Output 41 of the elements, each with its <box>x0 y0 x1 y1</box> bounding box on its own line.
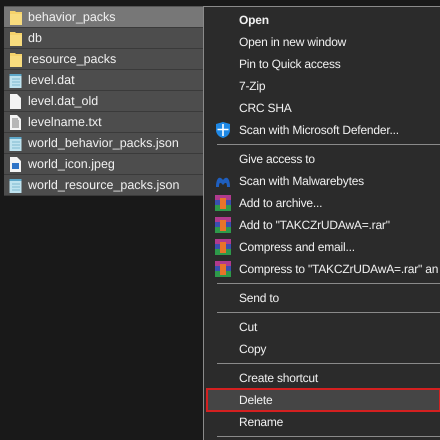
menu-item[interactable]: Open in new window <box>207 31 440 53</box>
notepad-icon <box>9 178 22 192</box>
file-icon <box>10 94 21 108</box>
file-row[interactable]: behavior_packs <box>4 7 203 28</box>
archive-icon <box>215 261 231 277</box>
shield-icon <box>215 122 231 138</box>
folder-icon <box>10 10 22 24</box>
file-row[interactable]: world_behavior_packs.json <box>4 133 203 154</box>
text-file-icon <box>10 114 21 130</box>
menu-item[interactable]: Copy <box>207 338 440 360</box>
notepad-icon <box>9 136 22 150</box>
archive-icon <box>215 239 231 255</box>
menu-item[interactable]: Open <box>207 9 440 31</box>
file-row[interactable]: levelname.txt <box>4 112 203 133</box>
file-row[interactable]: level.dat <box>4 70 203 91</box>
file-row[interactable]: world_icon.jpeg <box>4 154 203 175</box>
file-row[interactable]: db <box>4 28 203 49</box>
archive-icon <box>215 217 231 233</box>
menu-item[interactable]: 7-Zip <box>207 75 440 97</box>
menu-item[interactable]: Give access to <box>207 148 440 170</box>
menu-item[interactable]: Create shortcut <box>207 367 440 389</box>
menu-item[interactable]: Add to archive... <box>207 192 440 214</box>
file-row[interactable]: resource_packs <box>4 49 203 70</box>
menu-item[interactable]: Pin to Quick access <box>207 53 440 75</box>
menu-item[interactable]: Compress to "TAKCZrUDAwA=.rar" an <box>207 258 440 280</box>
folder-icon <box>10 30 22 46</box>
menu-item[interactable]: Send to <box>207 287 440 309</box>
menu-item[interactable]: Compress and email... <box>207 236 440 258</box>
menu-item[interactable]: Scan with Malwarebytes <box>207 170 440 192</box>
notepad-icon <box>9 72 22 88</box>
archive-icon <box>215 195 231 211</box>
menu-item[interactable]: Rename <box>207 411 440 433</box>
file-row[interactable]: level.dat_old <box>4 91 203 112</box>
menu-item[interactable]: CRC SHA <box>207 97 440 119</box>
menu-item[interactable]: Add to "TAKCZrUDAwA=.rar" <box>207 214 440 236</box>
folder-icon <box>10 52 22 66</box>
menu-item[interactable]: Cut <box>207 316 440 338</box>
menu-item[interactable]: Scan with Microsoft Defender... <box>207 119 440 141</box>
image-file-icon <box>10 156 21 172</box>
file-row[interactable]: world_resource_packs.json <box>4 175 203 196</box>
menu-item[interactable]: Delete <box>207 389 440 411</box>
